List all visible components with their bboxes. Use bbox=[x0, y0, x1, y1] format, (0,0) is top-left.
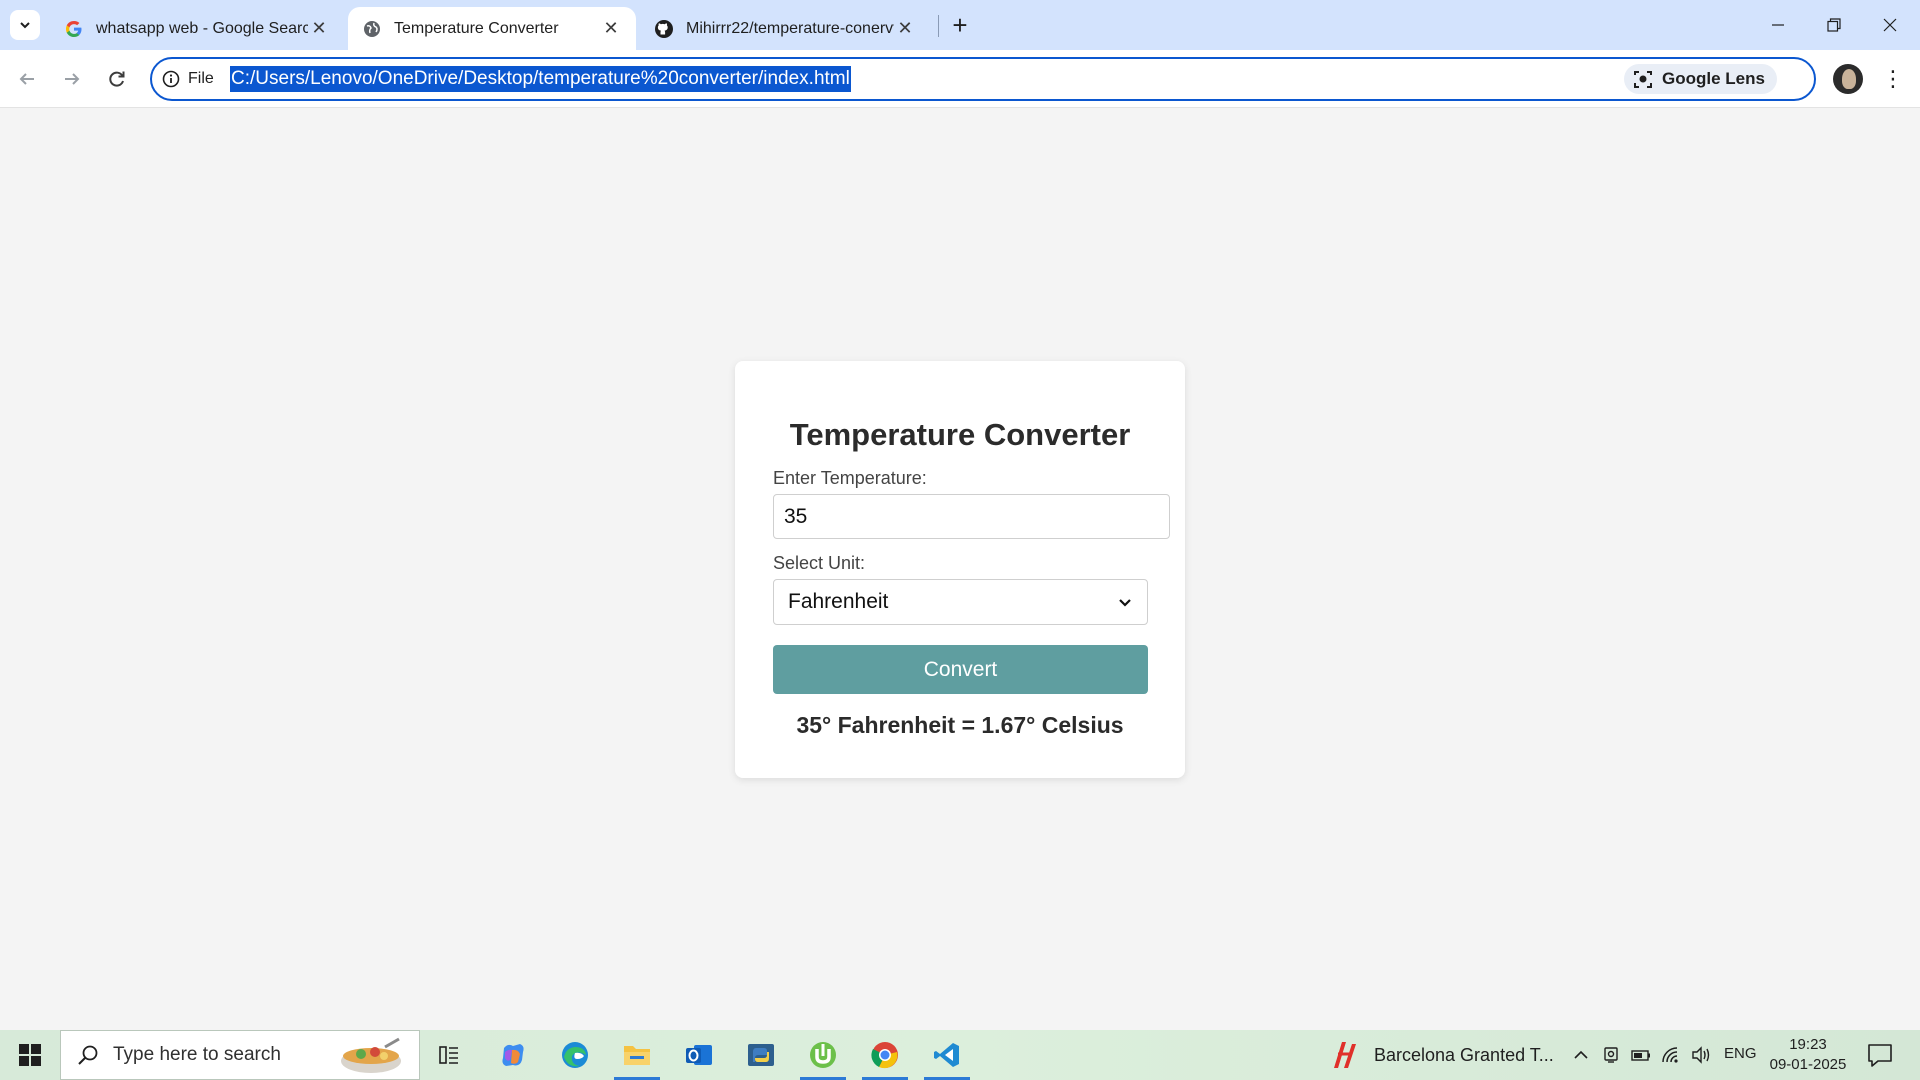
google-g-icon bbox=[64, 19, 84, 39]
close-icon[interactable]: ✕ bbox=[600, 18, 622, 40]
kebab-menu-icon[interactable]: ⋮ bbox=[1880, 62, 1906, 96]
edge-browser-icon[interactable] bbox=[546, 1030, 604, 1080]
tab-title: whatsapp web - Google Search bbox=[96, 19, 308, 37]
python-app-icon[interactable] bbox=[732, 1030, 790, 1080]
info-icon bbox=[162, 70, 180, 88]
chevron-down-icon bbox=[1119, 599, 1131, 607]
tab-title: Temperature Converter bbox=[394, 19, 559, 37]
tab-separator bbox=[938, 15, 939, 37]
convert-button[interactable]: Convert bbox=[773, 645, 1148, 694]
chevron-down-icon bbox=[20, 22, 30, 29]
conversion-result: 35° Fahrenheit = 1.67° Celsius bbox=[796, 712, 1124, 738]
outlook-icon[interactable] bbox=[670, 1030, 728, 1080]
converter-card: Temperature Converter Enter Temperature:… bbox=[735, 361, 1185, 778]
temperature-input[interactable] bbox=[773, 494, 1170, 539]
news-headline: Barcelona Granted T... bbox=[1374, 1044, 1554, 1065]
minimize-icon[interactable] bbox=[1750, 0, 1806, 50]
search-icon bbox=[78, 1045, 98, 1065]
profile-avatar[interactable] bbox=[1833, 64, 1863, 94]
windows-start-icon[interactable] bbox=[0, 1030, 60, 1080]
page-title: Temperature Converter bbox=[789, 417, 1131, 452]
globe-icon bbox=[362, 19, 382, 39]
file-explorer-icon[interactable] bbox=[608, 1030, 666, 1080]
forward-arrow-icon[interactable] bbox=[55, 62, 89, 96]
close-icon[interactable]: ✕ bbox=[308, 18, 330, 40]
tab-github[interactable]: Mihirrr22/temperature-conervt ✕ bbox=[640, 7, 930, 50]
clock-date: 09-01-2025 bbox=[1769, 1056, 1847, 1073]
site-chip-label: File bbox=[188, 70, 214, 87]
news-flame-icon bbox=[1334, 1042, 1356, 1068]
restore-icon[interactable] bbox=[1806, 0, 1862, 50]
tab-google-search[interactable]: whatsapp web - Google Search ✕ bbox=[50, 7, 344, 50]
window-close-icon[interactable] bbox=[1862, 0, 1918, 50]
notifications-icon[interactable] bbox=[1866, 1042, 1894, 1068]
chrome-icon[interactable] bbox=[856, 1030, 914, 1080]
close-icon[interactable]: ✕ bbox=[894, 18, 916, 40]
google-lens-button[interactable]: Google Lens bbox=[1624, 64, 1777, 94]
reload-icon[interactable] bbox=[100, 62, 134, 96]
address-bar[interactable]: File C:/Users/Lenovo/OneDrive/Desktop/te… bbox=[150, 57, 1816, 101]
search-placeholder: Type here to search bbox=[113, 1044, 281, 1065]
taskbar-search-box[interactable]: Type here to search bbox=[60, 1030, 420, 1080]
battery-icon[interactable] bbox=[1630, 1044, 1652, 1066]
back-arrow-icon[interactable] bbox=[10, 62, 44, 96]
unit-select-value: Fahrenheit bbox=[788, 590, 889, 613]
unit-select[interactable]: Fahrenheit bbox=[773, 579, 1148, 625]
windows-taskbar: Type here to search Barcelona Granted T.… bbox=[0, 1030, 1920, 1080]
tab-strip: whatsapp web - Google Search ✕ Temperatu… bbox=[0, 0, 1920, 50]
google-lens-label: Google Lens bbox=[1662, 69, 1765, 88]
utorrent-icon[interactable] bbox=[794, 1030, 852, 1080]
vscode-icon[interactable] bbox=[918, 1030, 976, 1080]
copilot-icon[interactable] bbox=[484, 1030, 542, 1080]
volume-icon[interactable] bbox=[1690, 1044, 1712, 1066]
url-text[interactable]: C:/Users/Lenovo/OneDrive/Desktop/tempera… bbox=[230, 66, 851, 92]
clock-time: 19:23 bbox=[1789, 1036, 1827, 1053]
unit-label: Select Unit: bbox=[773, 553, 866, 573]
tab-search-button[interactable] bbox=[10, 10, 40, 40]
news-widget[interactable]: Barcelona Granted T... bbox=[1328, 1030, 1554, 1080]
task-view-icon[interactable] bbox=[420, 1030, 478, 1080]
search-highlight-bowl-icon bbox=[341, 1037, 401, 1073]
new-tab-plus-icon[interactable]: + bbox=[946, 10, 974, 40]
input-language[interactable]: ENG bbox=[1724, 1045, 1757, 1062]
site-info-chip[interactable]: File bbox=[162, 66, 214, 92]
github-icon bbox=[654, 19, 674, 39]
meet-now-icon[interactable] bbox=[1600, 1044, 1622, 1066]
page-viewport: Temperature Converter Enter Temperature:… bbox=[0, 108, 1920, 1030]
chevron-up-icon[interactable] bbox=[1570, 1044, 1592, 1066]
wifi-icon[interactable] bbox=[1660, 1044, 1682, 1066]
temperature-label: Enter Temperature: bbox=[773, 468, 927, 488]
camera-lens-icon bbox=[1634, 71, 1652, 88]
system-clock[interactable]: 19:23 09-01-2025 bbox=[1766, 1035, 1850, 1075]
browser-toolbar: File C:/Users/Lenovo/OneDrive/Desktop/te… bbox=[0, 50, 1920, 108]
tab-temperature-converter[interactable]: Temperature Converter ✕ bbox=[348, 7, 636, 50]
tab-title: Mihirrr22/temperature-conervt bbox=[686, 19, 894, 37]
